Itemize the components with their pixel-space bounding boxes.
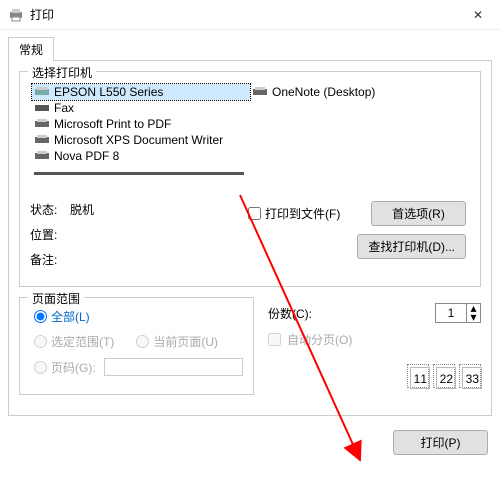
page-range-group: 页面范围 全部(L) 选定范围(T) 当前页面(U) 页码(G): <box>19 297 254 395</box>
page-range-legend: 页面范围 <box>28 290 84 307</box>
collate-label: 自动分页(O) <box>287 331 352 348</box>
collate-checkbox <box>268 333 281 346</box>
printer-icon <box>34 86 50 98</box>
printer-label: Nova PDF 8 <box>54 149 119 163</box>
print-to-file-checkbox[interactable] <box>248 207 261 220</box>
range-all[interactable]: 全部(L) <box>34 308 243 325</box>
printer-label: Microsoft XPS Document Writer <box>54 133 223 147</box>
print-button[interactable]: 打印(P) <box>393 430 488 455</box>
printer-icon <box>34 134 50 146</box>
close-icon: ✕ <box>473 8 483 22</box>
status-labels: 状态:脱机 位置: 备注: <box>30 201 240 276</box>
printer-item[interactable]: OneNote (Desktop) <box>250 84 468 100</box>
printer-label: OneNote (Desktop) <box>272 85 375 99</box>
chevron-down-icon[interactable]: ▾ <box>467 313 480 322</box>
printer-icon <box>34 118 50 130</box>
printer-item[interactable]: Fax <box>32 100 252 116</box>
range-pages-radio <box>34 361 47 374</box>
tab-panel: 选择打印机 EPSON L550 Series OneNote (Desktop… <box>8 60 492 416</box>
print-to-file-check[interactable]: 打印到文件(F) <box>248 205 363 222</box>
printer-item[interactable]: Microsoft Print to PDF <box>32 116 252 132</box>
collate-check: 自动分页(O) <box>268 331 481 348</box>
range-pages-input <box>104 358 243 376</box>
range-selection-label: 选定范围(T) <box>51 333 114 350</box>
spinner-arrows[interactable]: ▴▾ <box>466 304 480 322</box>
preferences-button[interactable]: 首选项(R) <box>371 201 466 226</box>
tabstrip: 常规 <box>8 36 492 60</box>
range-all-radio[interactable] <box>34 310 47 323</box>
fax-icon <box>34 102 50 114</box>
status-area: 状态:脱机 位置: 备注: 打印到文件(F) 首选项(R) 查找打印机(D)..… <box>30 201 470 276</box>
copies-label: 份数(C): <box>268 305 312 322</box>
page-icon: 33 <box>459 364 481 388</box>
status-note-label: 备注: <box>30 251 70 268</box>
range-pages-label: 页码(G): <box>51 359 96 376</box>
page-icon: 11 <box>407 364 429 388</box>
find-printer-button[interactable]: 查找打印机(D)... <box>357 234 466 259</box>
range-current: 当前页面(U) <box>136 333 218 350</box>
copies-spinner[interactable]: 1 ▴▾ <box>435 303 481 323</box>
page-icon: 22 <box>433 364 455 388</box>
range-current-label: 当前页面(U) <box>153 333 218 350</box>
printer-label: Fax <box>54 101 74 115</box>
status-state-value: 脱机 <box>70 201 94 218</box>
status-loc-label: 位置: <box>30 226 70 243</box>
printer-icon <box>8 7 24 23</box>
status-right: 打印到文件(F) 首选项(R) 查找打印机(D)... <box>248 201 466 276</box>
range-selection-radio <box>34 335 47 348</box>
range-selection: 选定范围(T) <box>34 333 114 350</box>
window-title: 打印 <box>30 6 458 23</box>
dialog-footer: 打印(P) <box>0 424 500 461</box>
copies-group: 份数(C): 1 ▴▾ 自动分页(O) 11 22 33 <box>268 297 481 405</box>
printer-label: EPSON L550 Series <box>54 85 163 99</box>
printer-item-selected[interactable]: EPSON L550 Series <box>32 84 250 100</box>
scrollbar[interactable] <box>34 172 244 175</box>
printer-icon <box>34 150 50 162</box>
range-pages: 页码(G): <box>34 358 243 376</box>
copies-value: 1 <box>436 306 466 320</box>
printer-label: Microsoft Print to PDF <box>54 117 171 131</box>
tab-general[interactable]: 常规 <box>8 37 54 61</box>
status-state-label: 状态: <box>30 201 70 218</box>
print-to-file-label: 打印到文件(F) <box>265 205 340 222</box>
printer-group: 选择打印机 EPSON L550 Series OneNote (Desktop… <box>19 71 481 287</box>
printer-item[interactable]: Microsoft XPS Document Writer <box>32 132 292 148</box>
range-current-radio <box>136 335 149 348</box>
printer-group-legend: 选择打印机 <box>28 64 96 81</box>
printer-item[interactable]: Nova PDF 8 <box>32 148 252 164</box>
collate-preview: 11 22 33 <box>268 364 481 388</box>
printer-icon <box>252 86 268 98</box>
titlebar: 打印 ✕ <box>0 0 500 30</box>
close-button[interactable]: ✕ <box>458 0 498 30</box>
range-all-label: 全部(L) <box>51 308 90 325</box>
lower-columns: 页面范围 全部(L) 选定范围(T) 当前页面(U) 页码(G): 份数(C):… <box>19 297 481 405</box>
printer-list[interactable]: EPSON L550 Series OneNote (Desktop) Fax … <box>30 82 470 195</box>
